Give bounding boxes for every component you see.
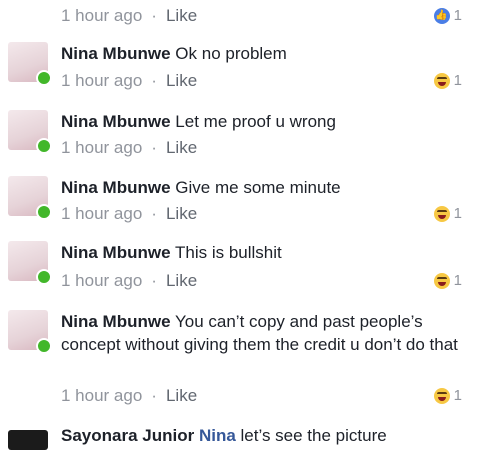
online-status-icon xyxy=(36,338,52,354)
timestamp: 1 hour ago xyxy=(61,386,143,405)
comment-meta: 1 hour ago · Like xyxy=(61,204,197,224)
reaction-summary[interactable]: 1 xyxy=(433,386,462,406)
comment-meta: 1 hour ago · Like xyxy=(61,386,197,406)
reaction-count: 1 xyxy=(453,72,462,89)
timestamp: 1 hour ago xyxy=(61,138,143,157)
reaction-summary[interactable]: 1 xyxy=(433,204,462,224)
online-status-icon xyxy=(36,70,52,86)
comment-text: Ok no problem xyxy=(175,44,287,63)
haha-icon xyxy=(433,388,450,404)
avatar[interactable] xyxy=(8,110,52,154)
separator-dot: · xyxy=(151,386,157,405)
avatar[interactable] xyxy=(8,241,52,285)
reaction-summary[interactable]: 1 xyxy=(433,71,462,91)
comment-body: Sayonara Junior Nina let’s see the pictu… xyxy=(61,424,440,447)
avatar[interactable] xyxy=(8,42,52,86)
comment-author[interactable]: Nina Mbunwe xyxy=(61,312,171,331)
separator-dot: · xyxy=(151,6,157,25)
separator-dot: · xyxy=(151,138,157,157)
reaction-summary[interactable]: 👍 1 xyxy=(433,6,462,26)
separator-dot: · xyxy=(151,204,157,223)
comment-text: Give me some minute xyxy=(175,178,341,197)
timestamp: 1 hour ago xyxy=(61,204,143,223)
comment-text: This is bullshit xyxy=(174,243,282,262)
mention-link[interactable]: Nina xyxy=(199,426,236,445)
comment-body: Nina Mbunwe Give me some minute xyxy=(61,176,440,199)
like-button[interactable]: Like xyxy=(166,386,197,405)
separator-dot: · xyxy=(151,271,157,290)
comment-text: Let me proof u wrong xyxy=(175,112,336,131)
comment-body: Nina Mbunwe Let me proof u wrong xyxy=(61,110,440,133)
comment-author[interactable]: Nina Mbunwe xyxy=(61,112,171,131)
like-icon: 👍 xyxy=(433,8,450,24)
reaction-count: 1 xyxy=(453,205,462,222)
comment-text: let’s see the picture xyxy=(240,426,387,445)
comment-author[interactable]: Nina Mbunwe xyxy=(61,243,171,262)
avatar[interactable] xyxy=(8,176,52,220)
avatar-image xyxy=(8,430,48,450)
timestamp: 1 hour ago xyxy=(61,71,143,90)
comment-author[interactable]: Sayonara Junior xyxy=(61,426,194,445)
haha-icon xyxy=(433,273,450,289)
comment-author[interactable]: Nina Mbunwe xyxy=(61,44,171,63)
comment-meta: 1 hour ago · Like xyxy=(61,6,197,26)
reaction-summary[interactable]: 1 xyxy=(433,271,462,291)
comment-author[interactable]: Nina Mbunwe xyxy=(61,178,171,197)
comment-meta: 1 hour ago · Like xyxy=(61,71,197,91)
like-button[interactable]: Like xyxy=(166,204,197,223)
avatar[interactable] xyxy=(8,430,48,450)
online-status-icon xyxy=(36,138,52,154)
reaction-count: 1 xyxy=(453,387,462,404)
comment-body: Nina Mbunwe This is bullshit xyxy=(61,241,440,264)
comment-body: Nina Mbunwe Ok no problem xyxy=(61,42,440,65)
like-button[interactable]: Like xyxy=(166,71,197,90)
comment-meta: 1 hour ago · Like xyxy=(61,138,197,158)
haha-icon xyxy=(433,73,450,89)
timestamp: 1 hour ago xyxy=(61,6,143,25)
comment-meta: 1 hour ago · Like xyxy=(61,271,197,291)
online-status-icon xyxy=(36,269,52,285)
haha-icon xyxy=(433,206,450,222)
separator-dot: · xyxy=(151,71,157,90)
reaction-count: 1 xyxy=(453,7,462,24)
like-button[interactable]: Like xyxy=(166,138,197,157)
timestamp: 1 hour ago xyxy=(61,271,143,290)
reaction-count: 1 xyxy=(453,272,462,289)
like-button[interactable]: Like xyxy=(166,271,197,290)
comment-body: Nina Mbunwe You can’t copy and past peop… xyxy=(61,310,468,356)
avatar[interactable] xyxy=(8,310,52,354)
online-status-icon xyxy=(36,204,52,220)
like-button[interactable]: Like xyxy=(166,6,197,25)
